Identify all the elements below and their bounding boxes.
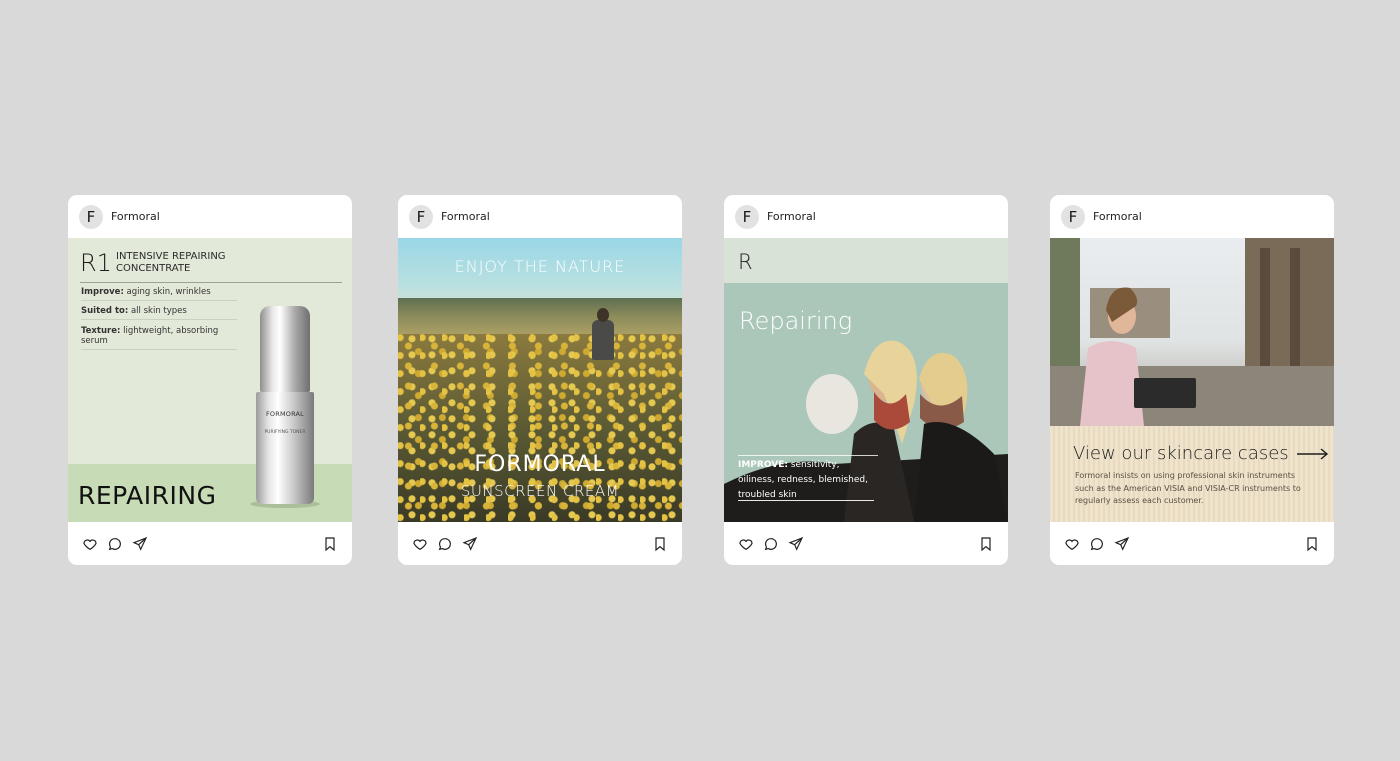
view-cases-link[interactable]: View our skincare cases bbox=[1073, 443, 1329, 464]
post-actions bbox=[398, 522, 682, 565]
avatar[interactable]: F bbox=[1061, 204, 1085, 229]
post-header: F Formoral bbox=[68, 195, 352, 238]
product-bottle: FORMORAL PURIFYING TONER bbox=[250, 306, 320, 508]
post-image[interactable]: View our skincare cases Formoral insists… bbox=[1050, 238, 1334, 522]
brand-title: FORMORAL bbox=[474, 452, 606, 477]
product-title: INTENSIVE REPAIRING CONCENTRATE bbox=[116, 251, 226, 274]
account-name[interactable]: Formoral bbox=[767, 210, 816, 223]
post-actions bbox=[1050, 522, 1334, 565]
post-actions bbox=[68, 522, 352, 565]
bookmark-icon[interactable] bbox=[321, 535, 339, 553]
post-header: F Formoral bbox=[1050, 195, 1334, 238]
improve-text: IMPROVE: sensitivity, oiliness, redness,… bbox=[738, 455, 878, 503]
comment-icon[interactable] bbox=[762, 535, 780, 553]
avatar[interactable]: F bbox=[735, 204, 759, 229]
woman-photo bbox=[1050, 238, 1334, 426]
product-name: SUNSCREEN CREAM bbox=[460, 482, 620, 500]
post-card-repairing: F Formoral R Repairing IMPROVE: sensitiv… bbox=[724, 195, 1008, 565]
divider bbox=[738, 500, 874, 501]
bottle-body bbox=[256, 392, 314, 504]
tagline: ENJOY THE NATURE bbox=[454, 257, 626, 276]
spec-improve: Improve: aging skin, wrinkles bbox=[81, 287, 237, 301]
send-icon[interactable] bbox=[131, 535, 149, 553]
account-name[interactable]: Formoral bbox=[111, 210, 160, 223]
post-image[interactable]: R1 INTENSIVE REPAIRING CONCENTRATE Impro… bbox=[68, 238, 352, 522]
avatar[interactable]: F bbox=[79, 204, 103, 229]
bookmark-icon[interactable] bbox=[651, 535, 669, 553]
divider bbox=[80, 282, 342, 283]
post-card-repairing-concentrate: F Formoral R1 INTENSIVE REPAIRING CONCEN… bbox=[68, 195, 352, 565]
letter-mark: R bbox=[738, 250, 753, 274]
cta-label: View our skincare cases bbox=[1073, 443, 1289, 464]
heart-icon[interactable] bbox=[737, 535, 755, 553]
comment-icon[interactable] bbox=[436, 535, 454, 553]
bottle-cap bbox=[260, 306, 310, 392]
caption-body: Formoral insists on using professional s… bbox=[1075, 471, 1301, 505]
post-header: F Formoral bbox=[398, 195, 682, 238]
bottle-brand: FORMORAL bbox=[265, 410, 305, 418]
post-header: F Formoral bbox=[724, 195, 1008, 238]
person-head bbox=[597, 308, 609, 322]
comment-icon[interactable] bbox=[106, 535, 124, 553]
post-card-skincare-cases: F Formoral View our skincare cases Formo… bbox=[1050, 195, 1334, 565]
post-title: Repairing bbox=[739, 307, 853, 335]
product-code: R1 bbox=[80, 249, 112, 277]
bottle-label: PURIFYING TONER bbox=[264, 430, 306, 435]
heart-icon[interactable] bbox=[411, 535, 429, 553]
post-actions bbox=[724, 522, 1008, 565]
post-card-sunscreen: F Formoral ENJOY THE NATURE FORMORAL SUN… bbox=[398, 195, 682, 565]
account-name[interactable]: Formoral bbox=[441, 210, 490, 223]
post-image[interactable]: ENJOY THE NATURE FORMORAL SUNSCREEN CREA… bbox=[398, 238, 682, 522]
image-top-band bbox=[724, 238, 1008, 283]
comment-icon[interactable] bbox=[1088, 535, 1106, 553]
send-icon[interactable] bbox=[1113, 535, 1131, 553]
heart-icon[interactable] bbox=[1063, 535, 1081, 553]
spec-texture: Texture: lightweight, absorbing serum bbox=[81, 326, 237, 350]
headline: REPAIRING bbox=[78, 481, 217, 510]
arrow-right-icon bbox=[1296, 447, 1328, 460]
person-torso bbox=[592, 320, 614, 360]
send-icon[interactable] bbox=[787, 535, 805, 553]
avatar[interactable]: F bbox=[409, 204, 433, 229]
send-icon[interactable] bbox=[461, 535, 479, 553]
spec-suited-to: Suited to: all skin types bbox=[81, 306, 237, 320]
bookmark-icon[interactable] bbox=[977, 535, 995, 553]
heart-icon[interactable] bbox=[81, 535, 99, 553]
person-figure bbox=[588, 308, 618, 388]
post-image[interactable]: R Repairing IMPROVE: sensitivity, oiline… bbox=[724, 238, 1008, 522]
account-name[interactable]: Formoral bbox=[1093, 210, 1142, 223]
bookmark-icon[interactable] bbox=[1303, 535, 1321, 553]
